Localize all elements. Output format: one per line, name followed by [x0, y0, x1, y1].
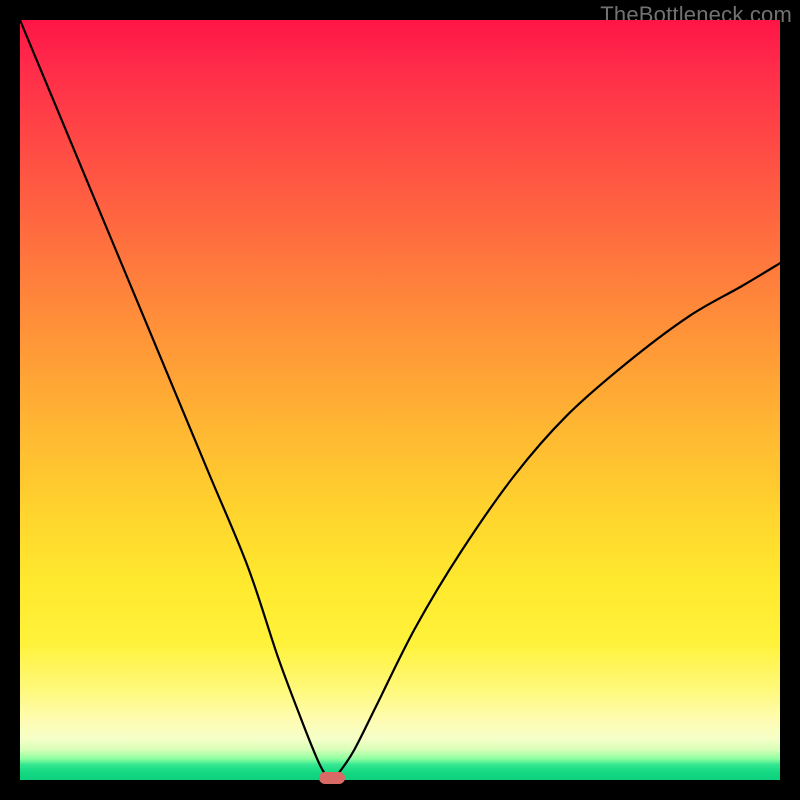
plot-area [20, 20, 780, 780]
chart-container: TheBottleneck.com [0, 0, 800, 800]
optimal-marker [319, 772, 345, 784]
bottleneck-curve [20, 20, 780, 780]
